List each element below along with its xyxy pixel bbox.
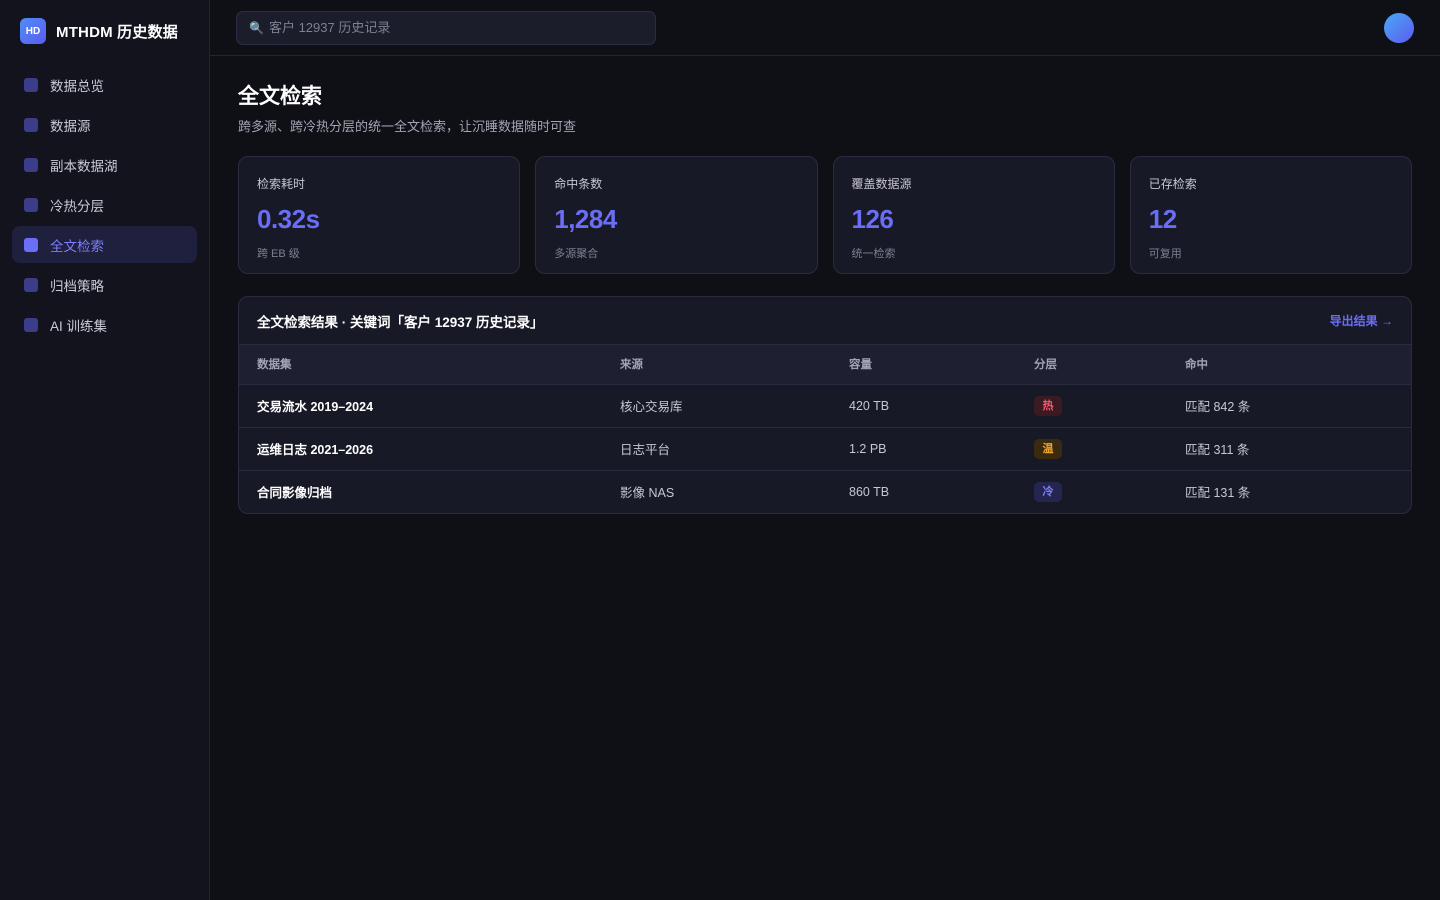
cell-dataset: 合同影像归档: [239, 469, 602, 513]
column-header-dataset[interactable]: 数据集: [239, 345, 602, 385]
table-row[interactable]: 交易流水 2019–2024 核心交易库 420 TB 热 匹配 842 条: [239, 384, 1411, 427]
cell-hits: 匹配 311 条: [1167, 426, 1411, 470]
nav-square-icon: [24, 117, 38, 132]
column-header-hits[interactable]: 命中: [1167, 345, 1411, 385]
table-header-row: 数据集 来源 容量 分层 命中: [239, 345, 1411, 385]
sidebar-item-replica-lake[interactable]: 副本数据湖: [12, 146, 197, 183]
stat-value: 1,284: [554, 204, 617, 234]
sidebar-item-label: 归档策略: [50, 278, 104, 294]
content: 全文检索 跨多源、跨冷热分层的统一全文检索，让沉睡数据随时可查 检索耗时 0.3…: [210, 56, 1440, 514]
results-card: 全文检索结果 · 关键词「客户 12937 历史记录」 导出结果 → 数据集 来…: [238, 296, 1412, 514]
export-results-link[interactable]: 导出结果 →: [1330, 312, 1393, 329]
sidebar: HD MTHDM 历史数据 数据总览 数据源 副本数据湖 冷热分层 全文检索 归…: [0, 0, 210, 900]
stat-sub: 可复用: [1148, 248, 1182, 260]
results-header: 全文检索结果 · 关键词「客户 12937 历史记录」 导出结果 →: [239, 297, 1411, 345]
sidebar-item-label: 全文检索: [50, 238, 104, 254]
stat-label: 检索耗时: [257, 177, 306, 191]
tier-badge-cold: 冷: [1034, 481, 1062, 502]
search-box[interactable]: 🔍: [236, 10, 656, 45]
cell-source: 影像 NAS: [602, 469, 831, 513]
stat-value: 126: [851, 204, 894, 234]
nav-square-icon: [24, 77, 38, 92]
cell-tier: 冷: [1016, 469, 1167, 513]
sidebar-item-label: AI 训练集: [50, 318, 108, 334]
stat-card-saved: 已存检索 12 可复用: [1129, 156, 1412, 274]
avatar[interactable]: [1384, 12, 1414, 43]
nav-square-icon: [24, 157, 38, 172]
stat-card-hits: 命中条数 1,284 多源聚合: [535, 156, 818, 274]
sidebar-item-fulltext-search[interactable]: 全文检索: [12, 226, 197, 263]
table-row[interactable]: 运维日志 2021–2026 日志平台 1.2 PB 温 匹配 311 条: [239, 426, 1411, 470]
sidebar-item-label: 冷热分层: [50, 198, 104, 214]
stat-card-latency: 检索耗时 0.32s 跨 EB 级: [238, 156, 521, 274]
sidebar-item-sources[interactable]: 数据源: [12, 106, 197, 143]
search-input[interactable]: [268, 20, 629, 35]
stat-sub: 跨 EB 级: [257, 248, 300, 260]
column-header-size[interactable]: 容量: [831, 345, 1016, 385]
cell-dataset: 运维日志 2021–2026: [239, 426, 602, 470]
topbar: 🔍: [210, 0, 1440, 56]
tier-badge-warm: 温: [1034, 438, 1062, 459]
nav-square-icon: [24, 277, 38, 292]
stat-sub: 统一检索: [851, 248, 896, 260]
sidebar-item-overview[interactable]: 数据总览: [12, 66, 197, 103]
cell-dataset: 交易流水 2019–2024: [257, 400, 374, 414]
results-table: 数据集 来源 容量 分层 命中 交易流水 2019–2024 核心交易库 420…: [239, 345, 1411, 513]
stat-label: 命中条数: [554, 177, 603, 191]
brand[interactable]: HD MTHDM 历史数据: [12, 18, 197, 44]
nav-square-icon: [24, 197, 38, 212]
column-header-source[interactable]: 来源: [602, 345, 831, 385]
stat-label: 已存检索: [1148, 177, 1197, 191]
stat-value: 0.32s: [257, 204, 320, 234]
sidebar-item-label: 数据源: [50, 118, 91, 134]
main-area: 🔍 全文检索 跨多源、跨冷热分层的统一全文检索，让沉睡数据随时可查 检索耗时 0…: [210, 0, 1440, 900]
column-header-tier[interactable]: 分层: [1016, 345, 1167, 385]
cell-source: 日志平台: [602, 426, 831, 470]
cell-hits: 匹配 131 条: [1167, 469, 1411, 513]
cell-size: 420 TB: [849, 398, 890, 413]
stat-sub: 多源聚合: [554, 248, 599, 260]
stat-value: 12: [1148, 204, 1177, 234]
cell-hits: 匹配 842 条: [1185, 400, 1251, 414]
sidebar-item-ai-training[interactable]: AI 训练集: [12, 306, 197, 343]
cell-tier: 温: [1016, 426, 1167, 470]
cell-size: 860 TB: [831, 469, 1016, 513]
table-row[interactable]: 合同影像归档 影像 NAS 860 TB 冷 匹配 131 条: [239, 469, 1411, 513]
sidebar-item-archive-policy[interactable]: 归档策略: [12, 266, 197, 303]
page-title: 全文检索: [238, 85, 322, 108]
results-title: 全文检索结果 · 关键词「客户 12937 历史记录」: [257, 314, 544, 330]
stat-card-sources: 覆盖数据源 126 统一检索: [832, 156, 1115, 274]
brand-name: MTHDM 历史数据: [56, 23, 178, 41]
tier-badge-hot: 热: [1034, 395, 1062, 416]
app-root: HD MTHDM 历史数据 数据总览 数据源 副本数据湖 冷热分层 全文检索 归…: [0, 0, 1440, 900]
cell-size: 1.2 PB: [831, 426, 1016, 470]
brand-logo: HD: [20, 18, 46, 44]
nav-square-icon: [24, 317, 38, 332]
page-subtitle: 跨多源、跨冷热分层的统一全文检索，让沉睡数据随时可查: [238, 119, 577, 134]
nav-square-icon: [24, 237, 38, 252]
stats-row: 检索耗时 0.32s 跨 EB 级 命中条数 1,284 多源聚合 覆盖数据源 …: [238, 156, 1412, 274]
cell-tier: 热: [1016, 384, 1167, 427]
sidebar-item-label: 数据总览: [50, 78, 104, 94]
sidebar-item-tiering[interactable]: 冷热分层: [12, 186, 197, 223]
sidebar-item-label: 副本数据湖: [50, 158, 118, 174]
cell-source: 核心交易库: [620, 400, 683, 414]
sidebar-nav: 数据总览 数据源 副本数据湖 冷热分层 全文检索 归档策略 AI 训练集: [12, 66, 197, 343]
stat-label: 覆盖数据源: [851, 177, 912, 191]
search-icon: 🔍: [249, 20, 264, 35]
